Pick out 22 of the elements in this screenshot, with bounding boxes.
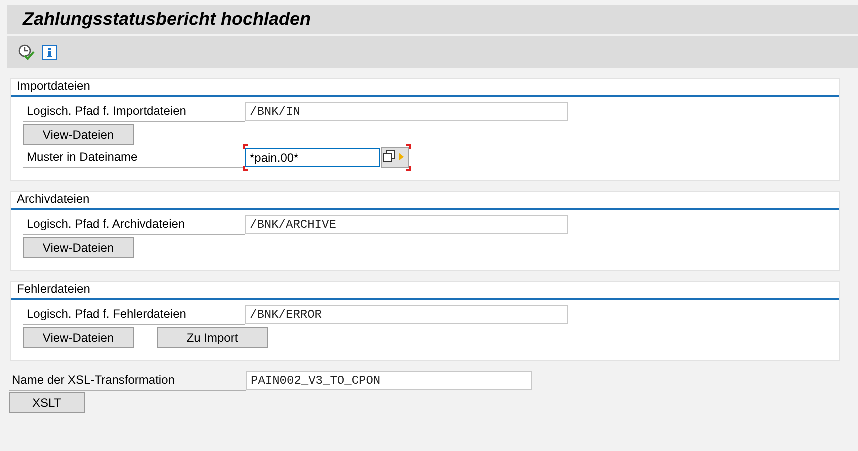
group-title: Archivdateien (17, 192, 91, 206)
multiple-selection-icon[interactable] (381, 147, 409, 168)
group-title: Fehlerdateien (17, 282, 92, 296)
field-label: Name der XSL-Transformation (9, 370, 246, 391)
field-label: Muster in Dateiname (23, 147, 245, 168)
text-field[interactable]: PAIN002_V3_TO_CPON (246, 371, 532, 390)
execute-icon[interactable] (18, 44, 35, 60)
view-files-button[interactable]: Zu Import (157, 327, 268, 348)
field-label: Logisch. Pfad f. Fehlerdateien (23, 304, 245, 325)
view-files-button[interactable]: View-Dateien (23, 124, 134, 145)
group-title: Importdateien (17, 79, 92, 93)
text-field[interactable]: *pain.00* (245, 148, 380, 167)
field-label: Logisch. Pfad f. Importdateien (23, 101, 245, 122)
view-files-button[interactable]: View-Dateien (23, 327, 134, 348)
text-field[interactable]: /BNK/IN (245, 102, 568, 121)
window-title: Zahlungsstatusbericht hochladen (23, 8, 312, 31)
text-field[interactable]: /BNK/ERROR (245, 305, 568, 324)
field-label: Logisch. Pfad f. Archivdateien (23, 214, 245, 235)
text-field[interactable]: /BNK/ARCHIVE (245, 215, 568, 234)
info-icon[interactable] (42, 44, 57, 60)
xslt-button[interactable]: XSLT (9, 392, 85, 413)
view-files-button[interactable]: View-Dateien (23, 237, 134, 258)
